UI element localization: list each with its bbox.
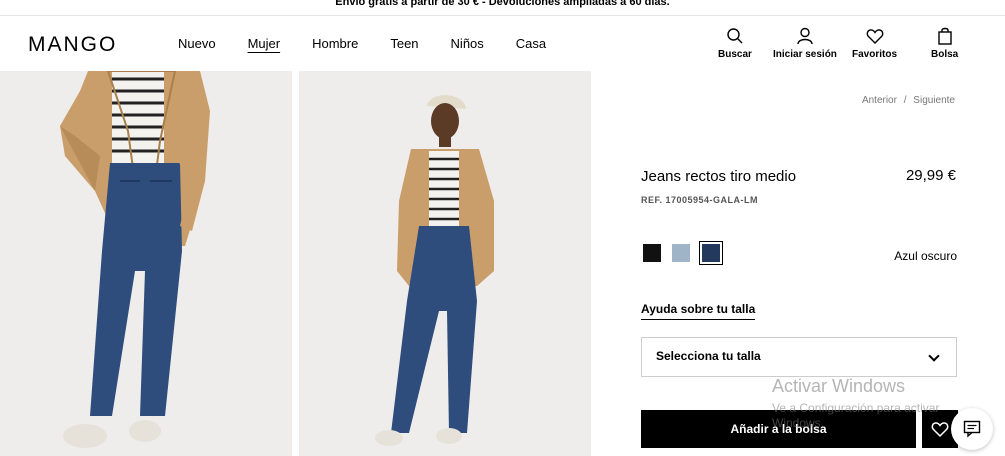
nav-teen[interactable]: Teen	[390, 36, 418, 52]
size-select-label: Selecciona tu talla	[656, 349, 761, 363]
model-photo-front	[0, 71, 292, 456]
watermark-title: Activar Windows	[772, 376, 906, 396]
mango-logo[interactable]: MANGO	[28, 33, 117, 57]
size-help-link[interactable]: Ayuda sobre tu talla	[641, 302, 756, 320]
search-icon	[727, 28, 743, 44]
pager: Anterior / Siguiente	[860, 95, 957, 106]
bag-button[interactable]: Bolsa	[931, 27, 958, 60]
login-button[interactable]: Iniciar sesión	[773, 27, 837, 60]
chevron-down-icon	[928, 350, 940, 362]
promo-banner: Envío gratis a partir de 30 € - Devoluci…	[0, 0, 1005, 16]
nav-casa[interactable]: Casa	[516, 36, 546, 52]
login-label: Iniciar sesión	[773, 49, 837, 60]
bag-label: Bolsa	[931, 49, 959, 60]
promo-text: Envío gratis a partir de 30 € - Devoluci…	[335, 0, 670, 8]
product-image-1[interactable]	[0, 71, 292, 456]
main-nav: Nuevo Mujer Hombre Teen Niños Casa	[178, 36, 578, 52]
favorites-button[interactable]: Favoritos	[852, 27, 897, 60]
product-image-2[interactable]	[299, 71, 591, 456]
watermark-subtitle: Ve a Configuración para activar Windows.	[772, 401, 940, 430]
nav-mujer[interactable]: Mujer	[248, 36, 281, 52]
nav-hombre[interactable]: Hombre	[312, 36, 358, 52]
color-swatch-dark-blue[interactable]	[699, 241, 723, 265]
product-reference: REF. 17005954-GALA-LM	[641, 195, 759, 205]
pager-prev[interactable]: Anterior	[862, 95, 897, 106]
search-label: Buscar	[718, 49, 752, 60]
selected-color-name: Azul oscuro	[894, 249, 957, 263]
user-icon	[797, 27, 813, 45]
nav-nuevo[interactable]: Nuevo	[178, 36, 216, 52]
color-swatch-light-blue[interactable]	[672, 244, 690, 262]
site-header: MANGO Nuevo Mujer Hombre Teen Niños Casa…	[0, 17, 1005, 71]
color-swatch-black[interactable]	[643, 244, 661, 262]
nav-ninos[interactable]: Niños	[451, 36, 484, 52]
bag-icon	[937, 27, 952, 45]
model-photo-full	[299, 71, 591, 456]
product-price: 29,99 €	[905, 167, 956, 184]
windows-activation-watermark: Activar Windows Ve a Configuración para …	[772, 376, 987, 431]
size-select[interactable]: Selecciona tu talla	[641, 337, 957, 377]
product-title: Jeans rectos tiro medio	[641, 168, 797, 185]
pager-next[interactable]: Siguiente	[913, 95, 955, 106]
favorites-label: Favoritos	[852, 49, 898, 60]
search-button[interactable]: Buscar	[718, 27, 752, 60]
heart-icon	[866, 29, 883, 44]
pager-separator: /	[903, 95, 907, 106]
